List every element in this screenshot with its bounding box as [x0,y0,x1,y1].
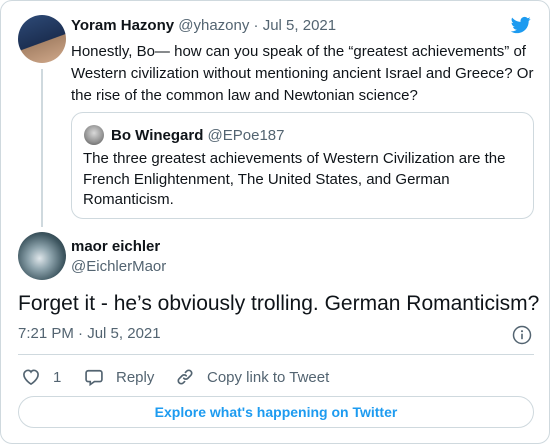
tweet-header: Yoram Hazony @yhazony · Jul 5, 2021 [71,17,336,34]
thread-connector-line [41,69,43,227]
tweet-embed-card: Yoram Hazony @yhazony · Jul 5, 2021 Hone… [0,0,550,444]
quoted-tweet-text: The three greatest achievements of Weste… [83,150,506,208]
reply-avatar[interactable] [18,232,66,280]
quoted-author-name: Bo Winegard [111,127,204,144]
reply-button[interactable]: Reply [84,367,154,387]
reply-body-text: Forget it - he’s obviously trolling. Ger… [18,292,540,315]
reply-author-name[interactable]: maor eichler [71,238,160,255]
quoted-avatar [84,125,104,145]
heart-icon [23,369,39,386]
reply-date: Jul 5, 2021 [87,325,161,342]
copy-link-button[interactable]: Copy link to Tweet [175,367,329,387]
tweet-date[interactable]: Jul 5, 2021 [263,17,336,34]
reply-timestamp[interactable]: 7:21 PM · Jul 5, 2021 [18,325,161,342]
quoted-author-handle: @EPoe187 [207,127,285,144]
reply-time: 7:21 PM [18,325,74,342]
reply-author-handle[interactable]: @EichlerMaor [71,258,166,275]
copy-link-label: Copy link to Tweet [207,368,330,386]
twitter-bird-icon[interactable] [509,15,533,35]
tweet-body-text: Honestly, Bo— how can you speak of the “… [71,43,534,104]
speech-bubble-icon [85,369,103,387]
link-icon [177,369,193,385]
author-name[interactable]: Yoram Hazony [71,17,174,34]
avatar[interactable] [18,15,66,63]
explore-twitter-button[interactable]: Explore what's happening on Twitter [18,396,534,428]
like-button[interactable]: 1 [21,367,61,387]
reply-label: Reply [116,368,155,386]
author-handle[interactable]: @yhazony [178,17,249,34]
info-icon[interactable] [512,325,532,345]
separator-dot: · [78,325,84,342]
quoted-tweet-header: Bo Winegard @EPoe187 [111,127,285,144]
divider [18,354,534,355]
like-count: 1 [53,368,62,386]
separator-dot: · [253,17,259,34]
